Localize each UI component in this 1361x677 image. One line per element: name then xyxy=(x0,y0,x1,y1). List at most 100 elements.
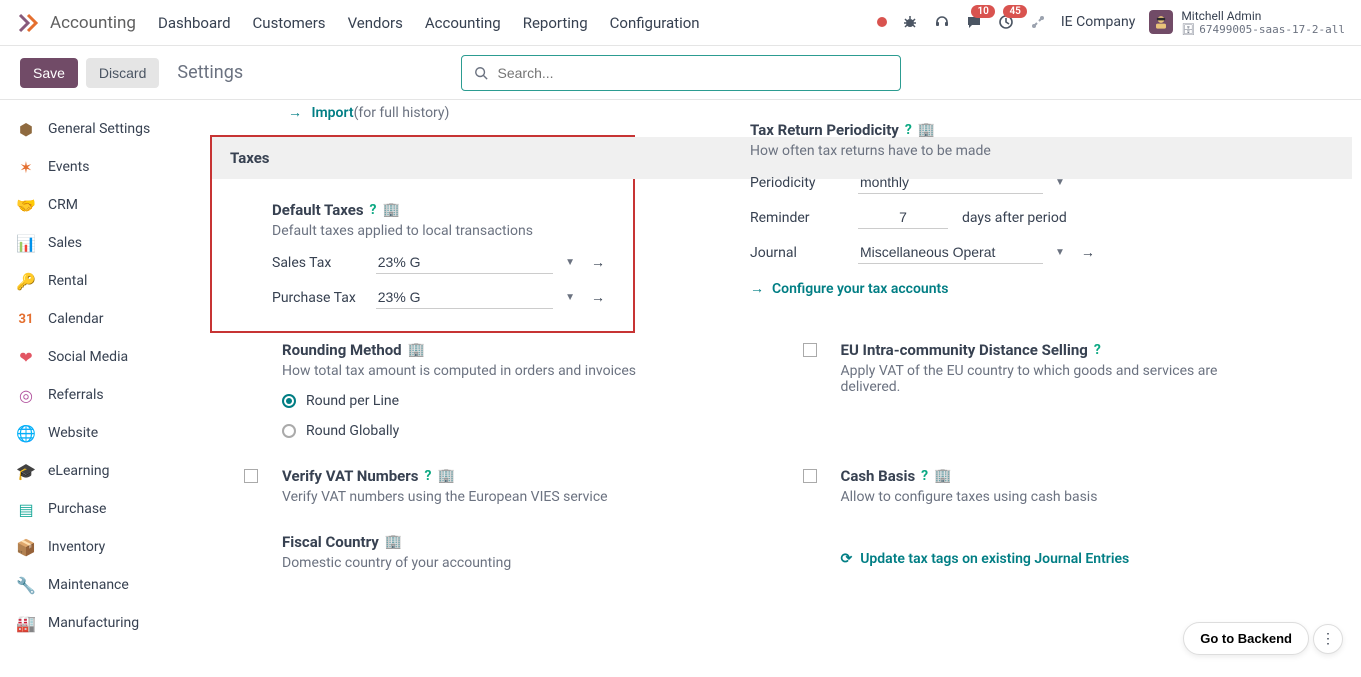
box-icon: 📦 xyxy=(16,537,36,557)
heart-icon: ❤ xyxy=(16,347,36,367)
handshake-icon: 🤝 xyxy=(16,195,36,215)
fiscal-desc: Domestic country of your accounting xyxy=(282,555,511,571)
sidebar[interactable]: ⬢General Settings ✶Events 🤝CRM 📊Sales 🔑R… xyxy=(0,100,190,677)
headset-icon[interactable] xyxy=(933,13,951,31)
import-link[interactable]: Import xyxy=(311,105,353,121)
app-name[interactable]: Accounting xyxy=(50,13,136,33)
purchase-tax-label: Purchase Tax xyxy=(272,290,368,306)
caret-down-icon[interactable]: ▼ xyxy=(561,292,579,303)
vat-desc: Verify VAT numbers using the European VI… xyxy=(282,489,608,505)
bug-icon[interactable] xyxy=(901,13,919,31)
search-input[interactable] xyxy=(498,65,890,81)
reminder-input[interactable] xyxy=(858,206,948,229)
activity-badge: 45 xyxy=(1003,5,1026,18)
vat-title: Verify VAT Numbers xyxy=(282,467,418,485)
events-icon: ✶ xyxy=(16,157,36,177)
sidebar-item-calendar[interactable]: 31Calendar xyxy=(0,300,190,338)
help-icon[interactable]: ? xyxy=(424,468,431,484)
building-icon[interactable]: 🏢 xyxy=(383,202,400,218)
eu-checkbox[interactable] xyxy=(803,343,817,357)
cash-checkbox[interactable] xyxy=(803,469,817,483)
update-tax-tags-link[interactable]: ⟳ Update tax tags on existing Journal En… xyxy=(841,551,1130,567)
backend-kebab-icon[interactable]: ⋮ xyxy=(1313,624,1343,654)
status-dot-icon[interactable] xyxy=(877,17,887,27)
nav-dashboard[interactable]: Dashboard xyxy=(158,14,231,32)
page-title: Settings xyxy=(177,62,243,83)
db-name: 67499005-saas-17-2-all xyxy=(1199,23,1345,36)
sidebar-item-crm[interactable]: 🤝CRM xyxy=(0,186,190,224)
wrench-icon: 🔧 xyxy=(16,575,36,595)
sidebar-item-referrals[interactable]: ◎Referrals xyxy=(0,376,190,414)
avatar-icon xyxy=(1149,10,1173,34)
user-name: Mitchell Admin xyxy=(1181,9,1345,23)
journal-label: Journal xyxy=(750,245,850,261)
sidebar-item-general-settings[interactable]: ⬢General Settings xyxy=(0,110,190,148)
save-button[interactable]: Save xyxy=(20,58,78,88)
arrow-icon: → xyxy=(750,280,764,297)
sidebar-item-social[interactable]: ❤Social Media xyxy=(0,338,190,376)
building-icon[interactable]: 🏢 xyxy=(385,534,402,550)
arrow-right-icon[interactable]: → xyxy=(1077,244,1099,261)
periodicity-title: Tax Return Periodicity xyxy=(750,121,899,139)
configure-tax-accounts-link[interactable]: → Configure your tax accounts xyxy=(750,280,1361,297)
default-taxes-desc: Default taxes applied to local transacti… xyxy=(272,223,609,239)
actionbar: Save Discard Settings xyxy=(0,46,1361,100)
globe-icon: 🌐 xyxy=(16,423,36,443)
vat-checkbox[interactable] xyxy=(244,469,258,483)
journal-input[interactable] xyxy=(858,241,1043,264)
arrow-right-icon[interactable]: → xyxy=(587,254,609,271)
discard-button[interactable]: Discard xyxy=(86,58,159,88)
help-icon[interactable]: ? xyxy=(921,468,928,484)
app-logo[interactable] xyxy=(16,11,40,35)
purchase-tax-input[interactable] xyxy=(376,286,553,309)
building-icon[interactable]: 🏢 xyxy=(437,468,454,484)
target-icon: ◎ xyxy=(16,385,36,405)
building-icon[interactable]: 🏢 xyxy=(408,342,425,358)
round-per-line-radio[interactable]: Round per Line xyxy=(282,393,636,409)
activity-icon[interactable]: 45 xyxy=(997,13,1015,31)
settings-content[interactable]: → Import(for full history) Taxes Default… xyxy=(190,100,1361,677)
sidebar-item-rental[interactable]: 🔑Rental xyxy=(0,262,190,300)
db-icon: 🗄 xyxy=(1181,23,1195,36)
search-box[interactable] xyxy=(461,55,901,91)
refresh-icon: ⟳ xyxy=(841,551,853,567)
sidebar-item-inventory[interactable]: 📦Inventory xyxy=(0,528,190,566)
sidebar-item-manufacturing[interactable]: 🏭Manufacturing xyxy=(0,604,190,642)
help-icon[interactable]: ? xyxy=(1094,342,1101,358)
building-icon[interactable]: 🏢 xyxy=(918,122,935,138)
nav-reporting[interactable]: Reporting xyxy=(523,14,588,32)
eu-desc: Apply VAT of the EU country to which goo… xyxy=(841,363,1241,395)
eu-title: EU Intra-community Distance Selling xyxy=(841,341,1088,359)
caret-down-icon[interactable]: ▼ xyxy=(1051,247,1069,258)
nav-accounting[interactable]: Accounting xyxy=(425,14,501,32)
nav-vendors[interactable]: Vendors xyxy=(348,14,403,32)
building-icon[interactable]: 🏢 xyxy=(934,468,951,484)
company-name[interactable]: IE Company xyxy=(1061,14,1135,30)
sidebar-item-website[interactable]: 🌐Website xyxy=(0,414,190,452)
user-menu[interactable]: Mitchell Admin 🗄 67499005-saas-17-2-all xyxy=(1149,9,1345,37)
nav-customers[interactable]: Customers xyxy=(253,14,326,32)
cap-icon: 🎓 xyxy=(16,461,36,481)
go-to-backend-button[interactable]: Go to Backend xyxy=(1183,622,1309,655)
caret-down-icon[interactable]: ▼ xyxy=(1051,177,1069,188)
chat-icon[interactable]: 10 xyxy=(965,13,983,31)
tools-icon[interactable] xyxy=(1029,13,1047,31)
sidebar-item-sales[interactable]: 📊Sales xyxy=(0,224,190,262)
reminder-label: Reminder xyxy=(750,210,850,226)
sidebar-item-elearning[interactable]: 🎓eLearning xyxy=(0,452,190,490)
sidebar-item-maintenance[interactable]: 🔧Maintenance xyxy=(0,566,190,604)
help-icon[interactable]: ? xyxy=(905,122,912,138)
nav-menu: Dashboard Customers Vendors Accounting R… xyxy=(158,14,700,32)
sidebar-item-events[interactable]: ✶Events xyxy=(0,148,190,186)
rounding-desc: How total tax amount is computed in orde… xyxy=(282,363,636,379)
arrow-icon: → xyxy=(288,105,302,121)
help-icon[interactable]: ? xyxy=(370,202,377,218)
periodicity-input[interactable] xyxy=(858,171,1043,194)
round-globally-radio[interactable]: Round Globally xyxy=(282,423,636,439)
sidebar-item-purchase[interactable]: ▤Purchase xyxy=(0,490,190,528)
caret-down-icon[interactable]: ▼ xyxy=(561,257,579,268)
arrow-right-icon[interactable]: → xyxy=(587,289,609,306)
nav-configuration[interactable]: Configuration xyxy=(610,14,700,32)
sales-tax-input[interactable] xyxy=(376,251,553,274)
periodicity-desc: How often tax returns have to be made xyxy=(750,143,1361,159)
